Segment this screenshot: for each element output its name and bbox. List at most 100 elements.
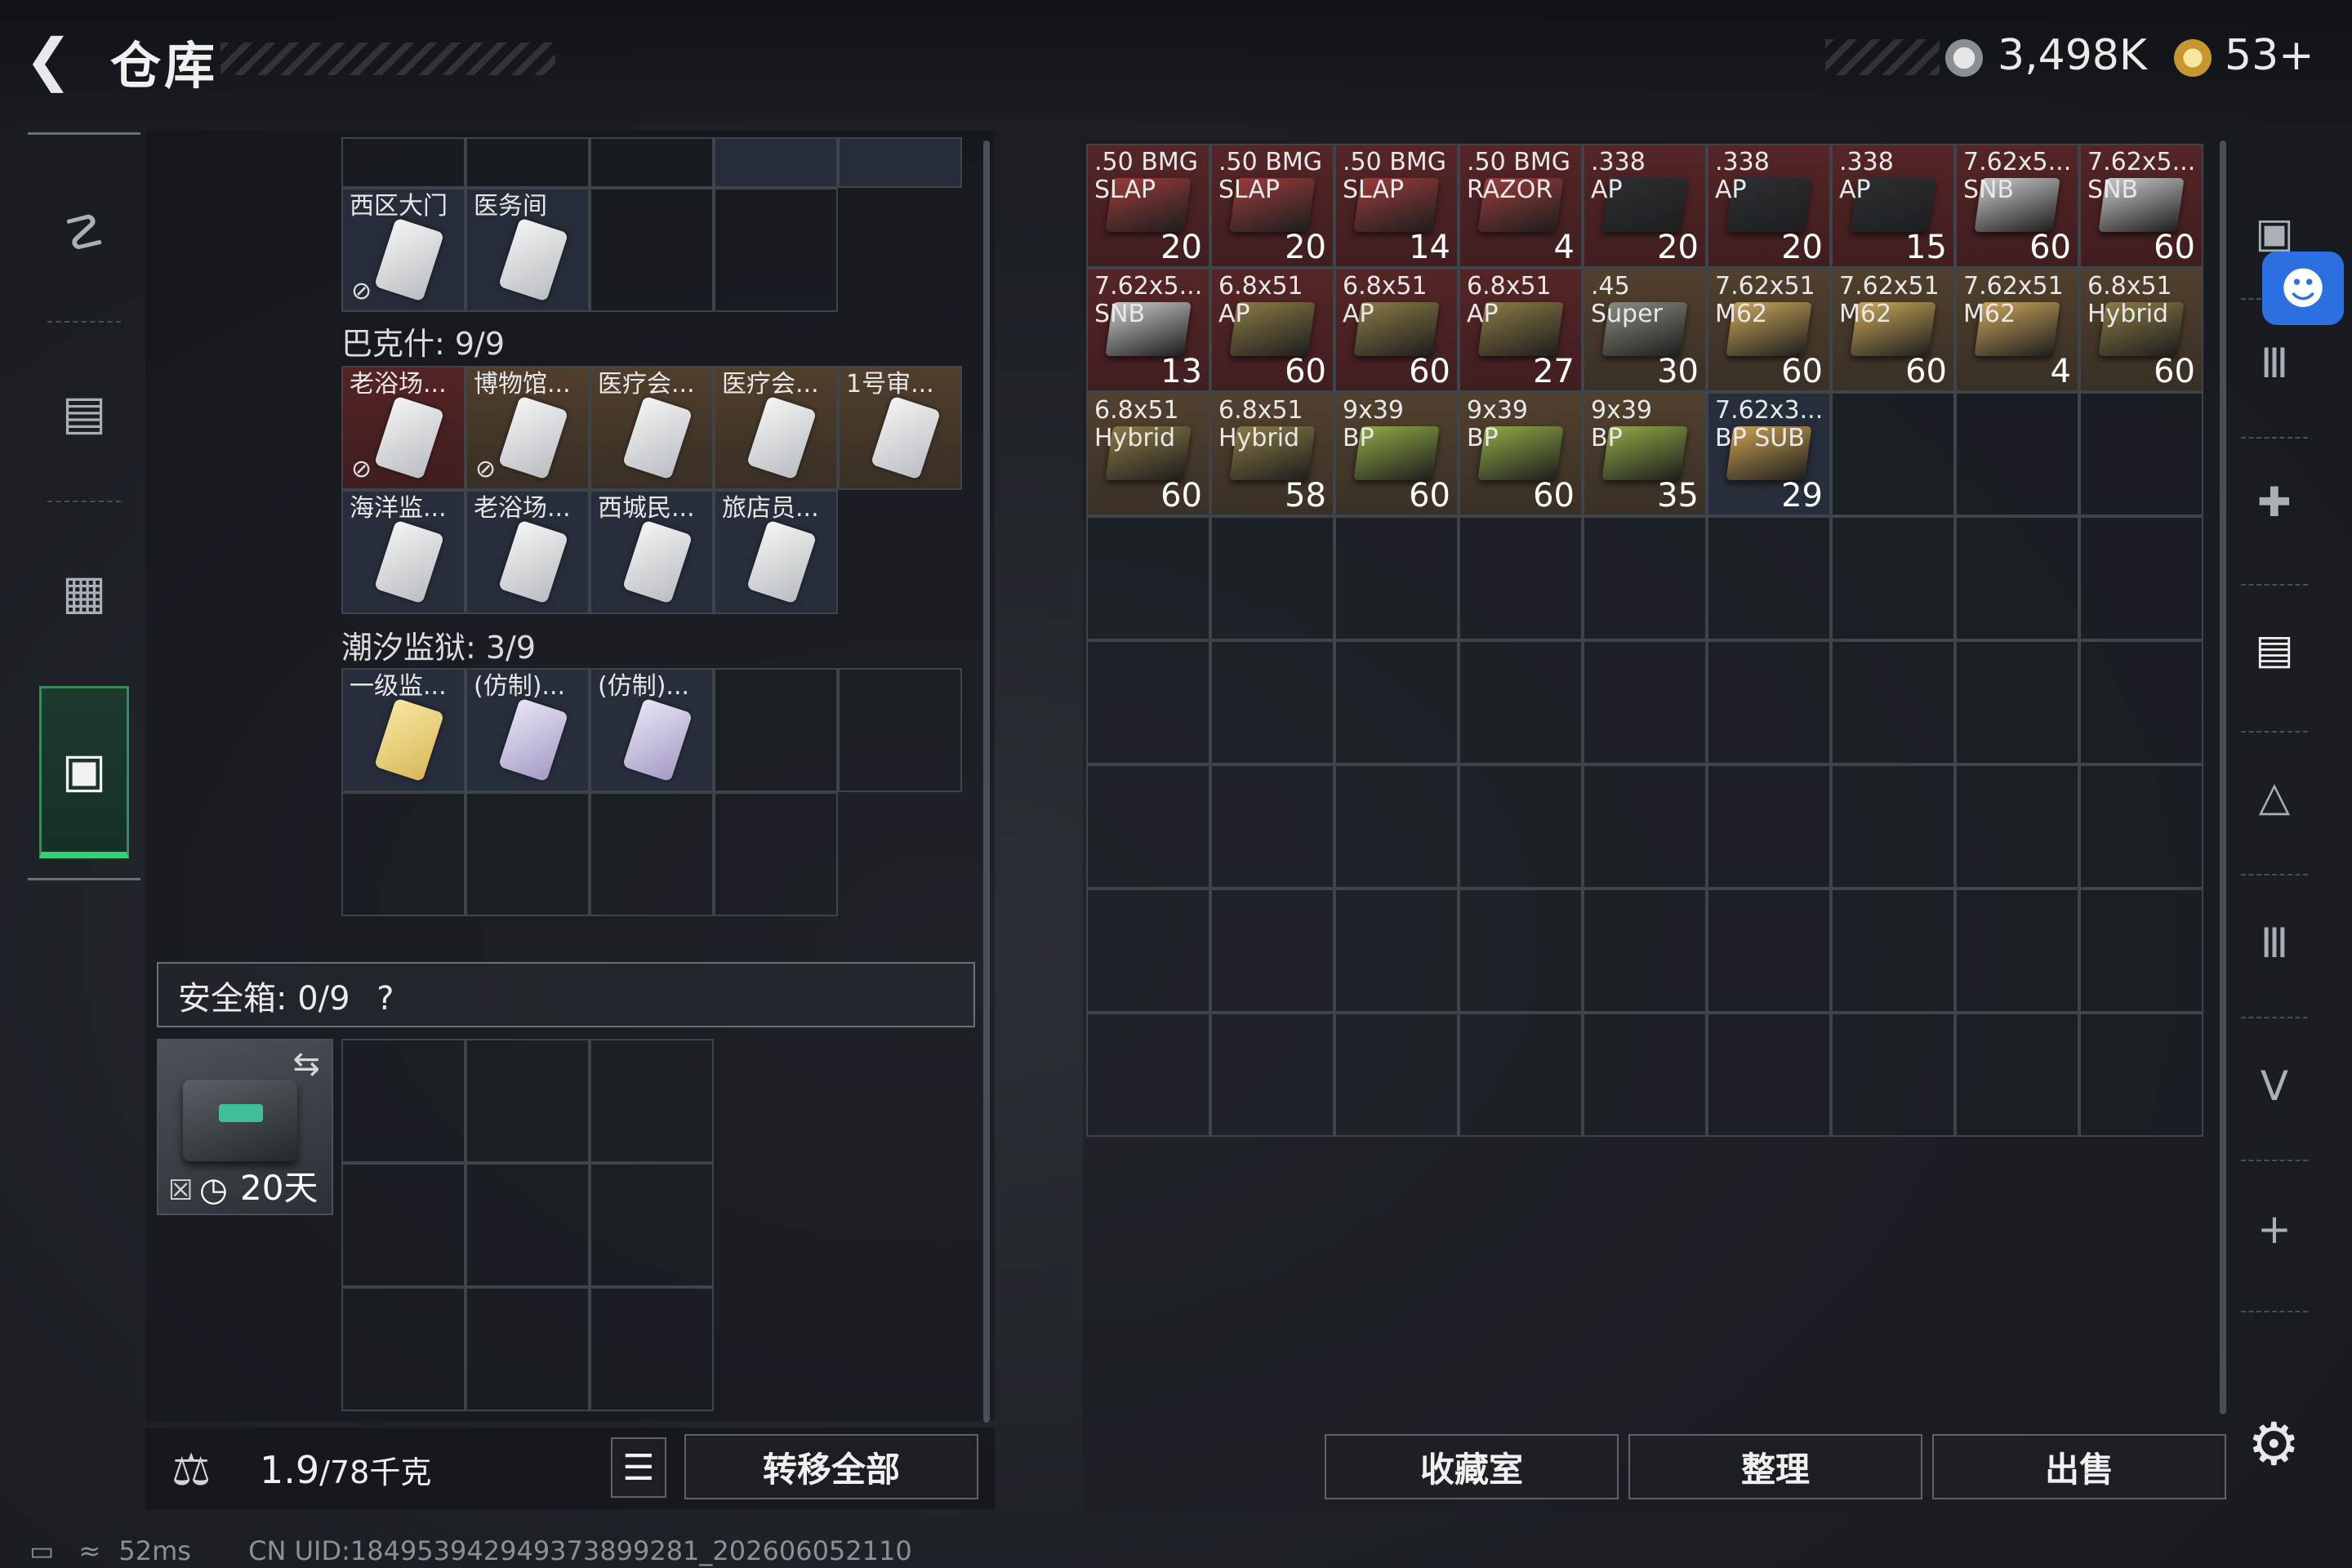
left-scrollbar[interactable] <box>983 140 990 1423</box>
secure-box-item[interactable]: ⇆ ☒ ◷ 20天 <box>157 1039 333 1215</box>
grid-cell[interactable] <box>590 1287 714 1411</box>
grid-cell[interactable] <box>1459 764 1583 889</box>
grid-cell[interactable] <box>1831 1013 1955 1137</box>
keycard-slot[interactable]: 西城民... <box>590 490 714 614</box>
ammo-slot[interactable]: 9x39 BP 35 <box>1583 392 1707 516</box>
accessibility-icon[interactable]: ☻ <box>2262 252 2344 325</box>
ammo-slot[interactable]: 7.62x51 M62 60 <box>1707 268 1831 392</box>
ammo-slot[interactable]: 6.8x51 AP 27 <box>1459 268 1583 392</box>
back-arrow-icon[interactable]: ❮ <box>24 31 82 88</box>
grid-cell[interactable] <box>1210 889 1334 1013</box>
ammo-slot[interactable]: .338 AP 20 <box>1707 144 1831 268</box>
ammo-slot[interactable]: 7.62x5... SNB 60 <box>1955 144 2079 268</box>
ammo-slot[interactable]: .50 BMG SLAP 20 <box>1086 144 1210 268</box>
filter-tier4-folder[interactable]: ▤ <box>2230 588 2319 710</box>
grid-cell[interactable] <box>1459 1013 1583 1137</box>
grid-cell[interactable] <box>1086 1013 1210 1137</box>
grid-cell[interactable] <box>1955 889 2079 1013</box>
keycard-slot[interactable]: (仿制)... <box>590 668 714 792</box>
grid-cell[interactable] <box>1955 516 2079 640</box>
grid-cell[interactable] <box>466 1163 590 1287</box>
keycard-slot[interactable]: 老浴场... ⊘ <box>341 366 466 490</box>
ammo-slot[interactable]: .45 Super 30 <box>1583 268 1707 392</box>
ammo-slot[interactable]: 6.8x51 Hybrid 58 <box>1210 392 1334 516</box>
ammo-slot[interactable]: .338 AP 15 <box>1831 144 1955 268</box>
grid-cell[interactable] <box>2079 889 2203 1013</box>
ammo-slot[interactable]: 6.8x51 Hybrid 60 <box>1086 392 1210 516</box>
grid-cell[interactable] <box>466 792 590 916</box>
swap-icon[interactable]: ⇆ <box>292 1045 320 1083</box>
filter-tier5-gear[interactable]: Ⅴ <box>2230 1025 2319 1147</box>
keycard-slot[interactable]: 医疗会... <box>714 366 838 490</box>
grid-cell[interactable] <box>838 137 962 188</box>
grid-cell[interactable] <box>1707 889 1831 1013</box>
grid-cell[interactable] <box>1334 640 1459 764</box>
grid-cell[interactable] <box>1459 640 1583 764</box>
grid-cell[interactable] <box>590 188 714 312</box>
filter-tier4-keycard[interactable]: △ <box>2230 735 2319 858</box>
grid-cell[interactable] <box>2079 392 2203 516</box>
grid-cell[interactable] <box>1583 516 1707 640</box>
grid-cell[interactable] <box>590 1039 714 1163</box>
ammo-slot[interactable]: .338 AP 20 <box>1583 144 1707 268</box>
grid-cell[interactable] <box>1831 392 1955 516</box>
keycard-slot[interactable]: 旅店员... <box>714 490 838 614</box>
sell-button[interactable]: 出售 <box>1932 1434 2226 1499</box>
grid-cell[interactable] <box>1334 1013 1459 1137</box>
grid-cell[interactable] <box>2079 640 2203 764</box>
keycard-slot[interactable]: 老浴场... <box>466 490 590 614</box>
ammo-slot[interactable]: 9x39 BP 60 <box>1334 392 1459 516</box>
ammo-slot[interactable]: 7.62x51 M62 4 <box>1955 268 2079 392</box>
ammo-slot[interactable]: 6.8x51 Hybrid 60 <box>2079 268 2203 392</box>
rail-backpack[interactable]: ▤ <box>28 331 140 494</box>
grid-cell[interactable] <box>1831 640 1955 764</box>
keycard-slot[interactable]: 博物馆... ⊘ <box>466 366 590 490</box>
grid-cell[interactable] <box>1831 764 1955 889</box>
grid-cell[interactable] <box>1831 516 1955 640</box>
grid-cell[interactable] <box>2079 516 2203 640</box>
grid-cell[interactable] <box>341 137 466 188</box>
grid-cell[interactable] <box>1086 889 1210 1013</box>
grid-cell[interactable] <box>1459 889 1583 1013</box>
grid-cell[interactable] <box>1086 640 1210 764</box>
keycard-slot[interactable]: 一级监... <box>341 668 466 792</box>
sort-button[interactable]: 整理 <box>1628 1434 1922 1499</box>
rail-weapon[interactable]: ☡ <box>28 151 140 314</box>
grid-cell[interactable] <box>1831 889 1955 1013</box>
grid-cell[interactable] <box>466 137 590 188</box>
grid-cell[interactable] <box>1334 764 1459 889</box>
rail-vest[interactable]: ▦ <box>28 510 140 674</box>
ammo-slot[interactable]: .50 BMG RAZOR 4 <box>1459 144 1583 268</box>
ammo-slot[interactable]: 7.62x5... SNB 13 <box>1086 268 1210 392</box>
rail-case[interactable]: ▣ <box>39 686 129 858</box>
grid-cell[interactable] <box>590 792 714 916</box>
grid-cell[interactable] <box>590 1163 714 1287</box>
ammo-slot[interactable]: .50 BMG SLAP 14 <box>1334 144 1459 268</box>
grid-cell[interactable] <box>1086 764 1210 889</box>
grid-cell[interactable] <box>1955 640 2079 764</box>
gear-icon[interactable]: ⚙ <box>2247 1410 2301 1478</box>
grid-cell[interactable] <box>466 1287 590 1411</box>
ammo-slot[interactable]: 7.62x5... SNB 60 <box>2079 144 2203 268</box>
grid-cell[interactable] <box>1707 516 1831 640</box>
filter-tier3-armor-2[interactable]: Ⅲ <box>2230 882 2319 1004</box>
keycard-slot[interactable]: 海洋监... <box>341 490 466 614</box>
grid-cell[interactable] <box>714 188 838 312</box>
grid-cell[interactable] <box>1583 764 1707 889</box>
stash-scrollbar[interactable] <box>2220 140 2226 1414</box>
keycard-slot[interactable]: 1号审... <box>838 366 962 490</box>
gold-currency-value[interactable]: 53+ <box>2225 31 2314 80</box>
ammo-slot[interactable]: 7.62x3... BP SUB 29 <box>1707 392 1831 516</box>
grid-cell[interactable] <box>838 668 962 792</box>
grid-cell[interactable] <box>2079 764 2203 889</box>
ammo-slot[interactable]: 6.8x51 AP 60 <box>1334 268 1459 392</box>
grid-cell[interactable] <box>466 1039 590 1163</box>
grid-cell[interactable] <box>714 792 838 916</box>
grid-cell[interactable] <box>1583 640 1707 764</box>
grid-cell[interactable] <box>1210 764 1334 889</box>
grid-cell[interactable] <box>1707 764 1831 889</box>
grid-cell[interactable] <box>2079 1013 2203 1137</box>
grid-cell[interactable] <box>1334 889 1459 1013</box>
grid-cell[interactable] <box>1459 516 1583 640</box>
grid-cell[interactable] <box>590 137 714 188</box>
